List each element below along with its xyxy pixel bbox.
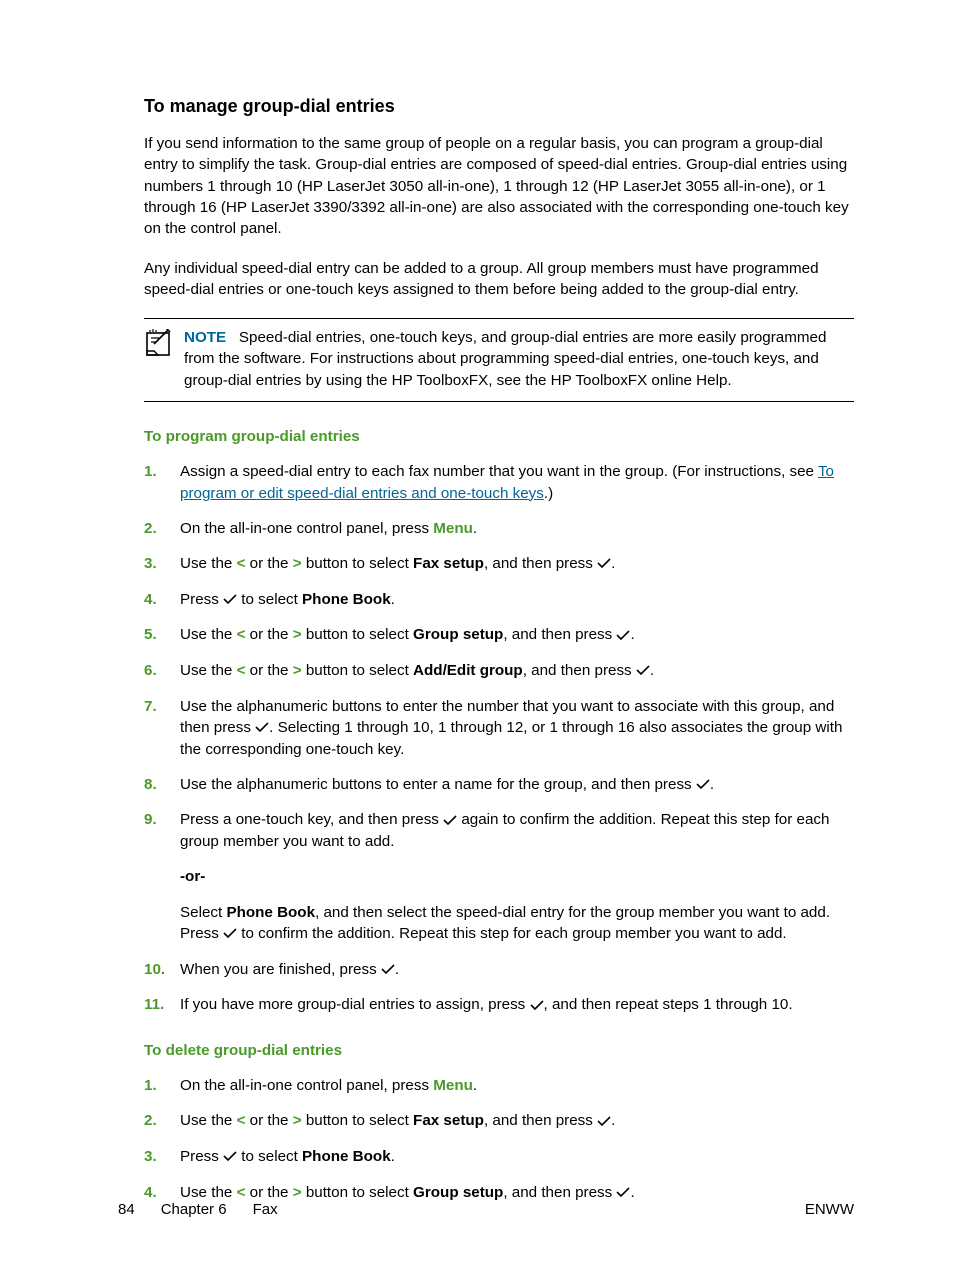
list-number: 5. bbox=[144, 624, 180, 646]
checkmark-icon bbox=[223, 923, 237, 944]
list-item: 3. Press to select Phone Book. bbox=[144, 1146, 854, 1168]
chapter-label: Chapter 6 bbox=[161, 1201, 227, 1218]
ui-option: Phone Book bbox=[302, 591, 391, 608]
button-label: > bbox=[293, 626, 302, 643]
list-body: Use the alphanumeric buttons to enter th… bbox=[180, 696, 854, 760]
list-item: 3. Use the < or the > button to select F… bbox=[144, 553, 854, 575]
note-block: NOTE Speed-dial entries, one-touch keys,… bbox=[144, 318, 854, 402]
note-label: NOTE bbox=[184, 329, 226, 346]
list-number: 9. bbox=[144, 809, 180, 944]
note-icon bbox=[144, 327, 184, 365]
list-number: 2. bbox=[144, 1110, 180, 1132]
list-item: 11. If you have more group-dial entries … bbox=[144, 994, 854, 1016]
program-list: 1. Assign a speed-dial entry to each fax… bbox=[144, 461, 854, 1016]
page-footer: 84 Chapter 6 Fax ENWW bbox=[118, 1199, 854, 1220]
list-item: 2. On the all-in-one control panel, pres… bbox=[144, 518, 854, 539]
list-body: When you are finished, press . bbox=[180, 959, 854, 981]
list-body: Press a one-touch key, and then press ag… bbox=[180, 809, 854, 944]
checkmark-icon bbox=[616, 625, 630, 646]
checkmark-icon bbox=[255, 717, 269, 738]
checkmark-icon bbox=[530, 995, 544, 1016]
list-item: 1. Assign a speed-dial entry to each fax… bbox=[144, 461, 854, 504]
checkmark-icon bbox=[597, 553, 611, 574]
button-label: > bbox=[293, 662, 302, 679]
button-label: > bbox=[293, 555, 302, 572]
intro-paragraph-2: Any individual speed-dial entry can be a… bbox=[144, 258, 854, 301]
note-text: Speed-dial entries, one-touch keys, and … bbox=[184, 329, 826, 389]
checkmark-icon bbox=[443, 810, 457, 831]
list-body: Use the < or the > button to select Add/… bbox=[180, 660, 854, 682]
list-item: 5. Use the < or the > button to select G… bbox=[144, 624, 854, 646]
section-heading: To manage group-dial entries bbox=[144, 94, 854, 119]
list-number: 1. bbox=[144, 461, 180, 504]
list-number: 3. bbox=[144, 1146, 180, 1168]
list-number: 2. bbox=[144, 518, 180, 539]
ui-option: Add/Edit group bbox=[413, 662, 523, 679]
or-label: -or- bbox=[180, 868, 205, 885]
list-body: Press to select Phone Book. bbox=[180, 1146, 854, 1168]
list-body: Press to select Phone Book. bbox=[180, 589, 854, 611]
list-item: 6. Use the < or the > button to select A… bbox=[144, 660, 854, 682]
ui-option: Phone Book bbox=[226, 904, 315, 921]
button-label: Menu bbox=[433, 1077, 473, 1094]
list-number: 3. bbox=[144, 553, 180, 575]
list-item: 2. Use the < or the > button to select F… bbox=[144, 1110, 854, 1132]
list-item: 8. Use the alphanumeric buttons to enter… bbox=[144, 774, 854, 796]
intro-paragraph-1: If you send information to the same grou… bbox=[144, 133, 854, 239]
ui-option: Fax setup bbox=[413, 555, 484, 572]
checkmark-icon bbox=[223, 1146, 237, 1167]
list-body: Use the alphanumeric buttons to enter a … bbox=[180, 774, 854, 796]
ui-option: Fax setup bbox=[413, 1112, 484, 1129]
list-number: 6. bbox=[144, 660, 180, 682]
list-body: Use the < or the > button to select Fax … bbox=[180, 1110, 854, 1132]
list-number: 1. bbox=[144, 1075, 180, 1096]
list-body: On the all-in-one control panel, press M… bbox=[180, 518, 854, 539]
list-number: 7. bbox=[144, 696, 180, 760]
list-item: 9. Press a one-touch key, and then press… bbox=[144, 809, 854, 944]
list-body: If you have more group-dial entries to a… bbox=[180, 994, 854, 1016]
list-number: 10. bbox=[144, 959, 180, 981]
note-body: NOTE Speed-dial entries, one-touch keys,… bbox=[184, 327, 854, 391]
list-item: 1. On the all-in-one control panel, pres… bbox=[144, 1075, 854, 1096]
ui-option: Phone Book bbox=[302, 1148, 391, 1165]
checkmark-icon bbox=[597, 1111, 611, 1132]
list-item: 10. When you are finished, press . bbox=[144, 959, 854, 981]
list-item: 7. Use the alphanumeric buttons to enter… bbox=[144, 696, 854, 760]
section-label: Fax bbox=[253, 1201, 278, 1218]
subheading-delete: To delete group-dial entries bbox=[144, 1040, 854, 1061]
footer-right: ENWW bbox=[805, 1199, 854, 1220]
checkmark-icon bbox=[696, 774, 710, 795]
list-item: 4. Press to select Phone Book. bbox=[144, 589, 854, 611]
list-body: Assign a speed-dial entry to each fax nu… bbox=[180, 461, 854, 504]
list-body: Use the < or the > button to select Fax … bbox=[180, 553, 854, 575]
checkmark-icon bbox=[381, 959, 395, 980]
list-body: Use the < or the > button to select Grou… bbox=[180, 624, 854, 646]
checkmark-icon bbox=[636, 660, 650, 681]
button-label: Menu bbox=[433, 520, 473, 537]
list-number: 8. bbox=[144, 774, 180, 796]
subheading-program: To program group-dial entries bbox=[144, 426, 854, 447]
checkmark-icon bbox=[223, 589, 237, 610]
delete-list: 1. On the all-in-one control panel, pres… bbox=[144, 1075, 854, 1203]
list-body: On the all-in-one control panel, press M… bbox=[180, 1075, 854, 1096]
button-label: > bbox=[293, 1112, 302, 1129]
ui-option: Group setup bbox=[413, 626, 503, 643]
page-number: 84 bbox=[118, 1201, 135, 1218]
list-number: 4. bbox=[144, 589, 180, 611]
list-number: 11. bbox=[144, 994, 180, 1016]
